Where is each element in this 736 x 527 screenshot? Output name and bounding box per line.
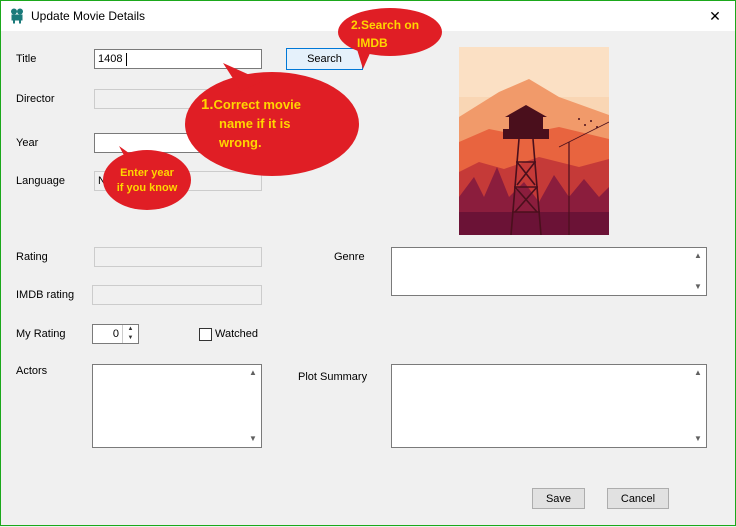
close-button[interactable]: ✕ — [695, 1, 735, 31]
watched-checkbox[interactable] — [199, 328, 212, 341]
plot-summary-label: Plot Summary — [298, 371, 368, 383]
correct-callout-text: 1.Correct movie name if it is wrong. — [201, 95, 341, 152]
title-input[interactable]: 1408 — [94, 49, 262, 69]
window-title: Update Movie Details — [31, 9, 146, 23]
close-icon: ✕ — [709, 7, 721, 24]
title-input-value: 1408 — [98, 53, 123, 65]
year-callout-text: Enter year if you know — [107, 166, 187, 196]
year-callout-line1: Enter year — [120, 167, 174, 179]
rating-field[interactable] — [94, 247, 262, 267]
correct-callout-line2: name if it is — [219, 116, 291, 131]
save-button[interactable]: Save — [532, 488, 585, 509]
save-button-label: Save — [545, 492, 572, 505]
search-callout-line2: IMDB — [357, 36, 388, 50]
cancel-button-label: Cancel — [620, 492, 656, 505]
spin-down-icon[interactable]: ▼ — [123, 334, 138, 343]
language-label: Language — [16, 175, 65, 187]
plot-summary-scrollbar[interactable]: ▲ ▼ — [690, 365, 706, 447]
my-rating-value: 0 — [112, 328, 119, 340]
update-movie-window: Update Movie Details ✕ Title 1408 Search… — [0, 0, 736, 526]
plot-summary-textarea[interactable]: ▲ ▼ — [391, 364, 707, 448]
scroll-up-icon[interactable]: ▲ — [690, 366, 706, 380]
actors-label: Actors — [16, 365, 48, 377]
year-label: Year — [16, 137, 39, 149]
search-callout-line1: 2.Search on — [351, 18, 420, 32]
actors-scrollbar[interactable]: ▲ ▼ — [245, 365, 261, 447]
scroll-up-icon[interactable]: ▲ — [690, 249, 706, 263]
correct-callout-line3: wrong. — [219, 135, 262, 150]
imdb-rating-label: IMDB rating — [16, 289, 75, 301]
movie-poster-image — [459, 47, 609, 235]
year-callout-line2: if you know — [116, 182, 178, 194]
language-field-value: N — [98, 175, 106, 187]
scroll-up-icon[interactable]: ▲ — [245, 366, 261, 380]
my-rating-label: My Rating — [16, 328, 66, 340]
scroll-down-icon[interactable]: ▼ — [245, 432, 261, 446]
title-label: Title — [16, 53, 37, 65]
spin-buttons: ▲ ▼ — [122, 325, 138, 343]
watched-label: Watched — [215, 328, 259, 340]
genre-scrollbar[interactable]: ▲ ▼ — [690, 248, 706, 295]
scroll-down-icon[interactable]: ▼ — [690, 280, 706, 294]
film-camera-icon — [11, 8, 23, 24]
imdb-rating-field[interactable] — [92, 285, 262, 305]
correct-callout-line1: Correct movie — [213, 97, 301, 112]
search-button-label: Search — [307, 53, 342, 65]
cancel-button[interactable]: Cancel — [607, 488, 669, 509]
director-label: Director — [16, 93, 55, 105]
search-callout-text: 2.Search on IMDB — [351, 16, 431, 52]
genre-label: Genre — [334, 251, 365, 263]
scroll-down-icon[interactable]: ▼ — [690, 432, 706, 446]
my-rating-stepper[interactable]: 0 ▲ ▼ — [92, 324, 139, 344]
correct-callout-num: 1. — [201, 96, 214, 113]
actors-textarea[interactable]: ▲ ▼ — [92, 364, 262, 448]
rating-label: Rating — [16, 251, 48, 263]
genre-textarea[interactable]: ▲ ▼ — [391, 247, 707, 296]
text-cursor — [126, 53, 127, 66]
spin-up-icon[interactable]: ▲ — [123, 325, 138, 334]
